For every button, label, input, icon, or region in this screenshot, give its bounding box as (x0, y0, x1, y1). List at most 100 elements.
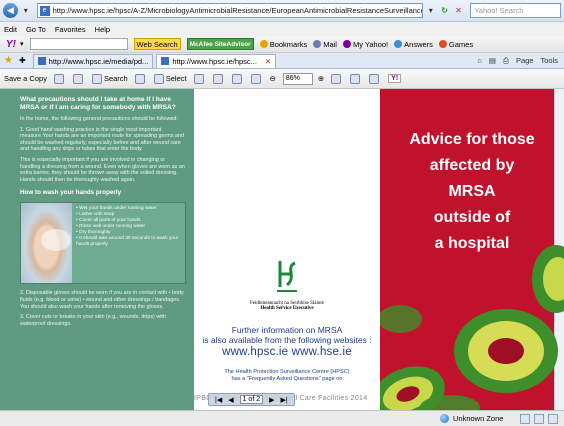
tab-2[interactable]: http://www.hpsc.ie/hpsc... ✕ (156, 53, 277, 68)
view-single-icon[interactable] (520, 413, 530, 424)
back-button[interactable]: ◀ (3, 3, 18, 18)
pdf-document-view[interactable]: What precautions should I take at home i… (0, 89, 564, 410)
rotate-button[interactable] (350, 73, 362, 84)
zoom-out-button[interactable]: ⊖ (270, 74, 276, 83)
yahoo-pdf-button[interactable]: Y! (388, 74, 402, 83)
further-info-text: Further information on MRSA is also avai… (202, 325, 371, 345)
sign-button[interactable] (369, 73, 381, 84)
add-favorites-icon[interactable]: ✚ (19, 56, 26, 65)
bookmarks-button[interactable]: Bookmarks (259, 39, 308, 49)
save-copy-button[interactable]: Save a Copy (4, 74, 47, 83)
snapshot-button[interactable] (193, 73, 206, 84)
mcafee-button[interactable]: McAfee SiteAdvisor (186, 38, 254, 50)
fit-width-button[interactable] (250, 73, 263, 84)
cover-headline-line: outside of (433, 209, 511, 226)
handwash-steps: Wet your hands under running water Lathe… (72, 203, 185, 283)
handwash-photo (21, 203, 73, 284)
email-button[interactable] (72, 73, 85, 84)
menu-favorites[interactable]: Favorites (55, 25, 86, 34)
zoom-field[interactable]: 86% (282, 72, 313, 85)
tab-1[interactable]: http://www.hpsc.ie/media/pd... (32, 53, 154, 68)
magnifier-icon (212, 73, 223, 84)
refresh-icon[interactable]: ↻ (439, 4, 451, 18)
cover-headline: Advice for those affected by MRSA outsid… (380, 127, 564, 257)
print-icon[interactable]: ⎙ (503, 56, 509, 66)
next-page-icon[interactable]: ▶ (269, 396, 274, 404)
pdf-toolbar: Save a Copy Search Select ⊖ 86% ⊕ Y! (0, 69, 564, 89)
answers-button[interactable]: Answers (394, 40, 433, 49)
status-icons (516, 413, 558, 424)
yahoo-search-input[interactable] (29, 38, 128, 50)
handwash-box: Wet your hands under running water Lathe… (20, 202, 186, 285)
home-icon[interactable]: ⌂ (477, 56, 482, 65)
view-facing-icon[interactable] (548, 413, 558, 424)
history-dropdown-icon[interactable]: ▾ (20, 4, 32, 18)
email-icon (72, 73, 83, 84)
hpsc-line2: has a "Frequently Asked Questions" page … (231, 376, 343, 382)
yahoo-toolbar: Y! ▾ Web Search McAfee SiteAdvisor Bookm… (0, 36, 564, 53)
printer-icon (53, 73, 64, 84)
menu-goto[interactable]: Go To (26, 25, 46, 34)
hand-icon (134, 73, 145, 84)
mail-button[interactable]: Mail (313, 40, 337, 49)
zoom-in-button[interactable]: ⊕ (318, 74, 324, 83)
tab-close-icon[interactable]: ✕ (265, 57, 271, 66)
favorites-star-icon[interactable]: ★ (4, 55, 13, 66)
tab-1-icon (37, 57, 46, 65)
address-dropdown-icon[interactable]: ▾ (425, 4, 437, 18)
address-url: http://www.hpsc.ie/hpsc/A-Z/Microbiology… (52, 6, 422, 15)
zoom-in-tool-button[interactable] (212, 73, 225, 84)
status-bar: Unknown Zone (0, 410, 564, 426)
security-zone[interactable]: Unknown Zone (440, 414, 503, 423)
leaflet-left-panel: What precautions should I take at home i… (0, 89, 194, 410)
cover-headline-line: a hospital (434, 235, 510, 252)
menu-edit[interactable]: Edit (4, 25, 17, 34)
view-continuous-icon[interactable] (534, 413, 544, 424)
precautions-p1: 1. Good hand washing practice is the sin… (20, 126, 185, 153)
tools-menu[interactable]: Tools (540, 56, 558, 65)
text-cursor-icon (153, 73, 164, 84)
stop-icon[interactable]: ✕ (453, 4, 465, 18)
feeds-icon[interactable]: ▤ (489, 56, 496, 65)
menu-help[interactable]: Help (95, 25, 110, 34)
handwash-heading: How to wash your hands properly (20, 189, 122, 197)
games-button[interactable]: Games (438, 39, 474, 49)
fit-page-button[interactable] (231, 73, 244, 84)
search-button[interactable]: Search (91, 73, 128, 84)
address-field[interactable]: e http://www.hpsc.ie/hpsc/A-Z/Microbiolo… (36, 3, 423, 18)
yahoo-dropdown-icon[interactable]: ▾ (20, 40, 24, 48)
games-icon (438, 40, 447, 48)
print-button[interactable] (53, 73, 66, 84)
web-search-button[interactable]: Web Search (133, 38, 181, 50)
hpsc-line1: The Health Protection Surveillance Centr… (224, 369, 350, 375)
yahoo-logo-icon[interactable]: Y! (6, 39, 16, 50)
pdf-page-navigator: |◀ ◀ 1 of 2 ▶ ▶| (208, 393, 295, 406)
games-label: Games (448, 39, 474, 49)
page-menu[interactable]: Page (516, 56, 534, 65)
precautions-heading: What precautions should I take at home i… (20, 96, 176, 111)
my-yahoo-label: My Yahoo! (352, 39, 389, 49)
hand-tool-button[interactable] (134, 73, 147, 84)
bookmarks-label: Bookmarks (269, 39, 308, 49)
first-page-icon[interactable]: |◀ (215, 396, 222, 404)
my-yahoo-button[interactable]: My Yahoo! (342, 39, 389, 49)
tab-1-label: http://www.hpsc.ie/media/pd... (48, 56, 149, 66)
menu-bar: Edit Go To Favorites Help (0, 22, 564, 36)
zoom-in-icon: ⊕ (317, 74, 325, 83)
search-input[interactable]: Yahoo! Search (470, 3, 562, 18)
tab-strip: ★ ✚ http://www.hpsc.ie/media/pd... http:… (0, 53, 564, 69)
yahoo-pdf-label: Y! (388, 74, 402, 83)
mail-label: Mail (323, 39, 337, 49)
tab-2-label: http://www.hpsc.ie/hpsc... (172, 56, 257, 66)
page-favicon-icon: e (39, 5, 50, 16)
mail-icon (313, 40, 322, 48)
websites-text: www.hpsc.ie www.hse.ie (222, 346, 352, 358)
last-page-icon[interactable]: ▶| (281, 396, 288, 404)
prev-page-icon[interactable]: ◀ (228, 396, 233, 404)
leaflet-cover-panel: Advice for those affected by MRSA outsid… (380, 89, 564, 410)
rotate-icon (350, 73, 361, 84)
pages-button[interactable] (331, 73, 343, 84)
cover-headline-line: MRSA (448, 183, 496, 200)
page-indicator[interactable]: 1 of 2 (239, 395, 264, 404)
select-button[interactable]: Select (153, 73, 187, 84)
